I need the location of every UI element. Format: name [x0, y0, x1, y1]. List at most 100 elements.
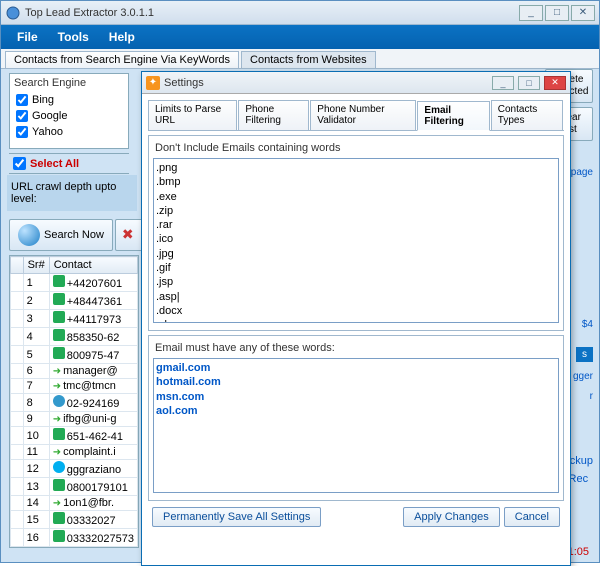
apply-changes-button[interactable]: Apply Changes: [403, 507, 500, 527]
action-toolbar: Search Now: [9, 219, 147, 251]
table-row[interactable]: 2+48447361: [11, 292, 138, 310]
side-s: s: [576, 347, 593, 362]
tab-limits[interactable]: Limits to Parse URL: [148, 100, 237, 130]
row-contact: 1on1@fbr.: [49, 496, 137, 511]
table-row[interactable]: 6manager@: [11, 364, 138, 379]
table-row[interactable]: 12gggraziano: [11, 460, 138, 478]
menu-file[interactable]: File: [7, 26, 48, 48]
label-select-all: Select All: [30, 158, 79, 170]
dialog-maximize-button[interactable]: □: [518, 76, 540, 90]
window-title: Top Lead Extractor 3.0.1.1: [25, 7, 517, 19]
label-google: Google: [32, 110, 67, 122]
include-group: Email must have any of these words:: [148, 335, 564, 501]
table-row[interactable]: 4858350-62: [11, 328, 138, 346]
phone-icon: [53, 347, 65, 359]
row-contact: complaint.i: [49, 445, 137, 460]
row-num: 14: [23, 496, 49, 511]
skype-icon: [53, 461, 65, 473]
dialog-close-button[interactable]: ✕: [544, 76, 566, 90]
label-yahoo: Yahoo: [32, 126, 63, 138]
row-num: 5: [23, 346, 49, 364]
table-row[interactable]: 5800975-47: [11, 346, 138, 364]
col-contact[interactable]: Contact: [49, 257, 137, 274]
row-contact: ifbg@uni-g: [49, 412, 137, 427]
tools-icon: [120, 224, 142, 246]
row-contact: 800975-47: [49, 346, 137, 364]
minimize-button[interactable]: _: [519, 5, 543, 21]
row-num: 16: [23, 529, 49, 547]
dialog-minimize-button[interactable]: _: [492, 76, 514, 90]
tab-phone-validator[interactable]: Phone Number Validator: [310, 100, 416, 130]
arrow-icon: [53, 413, 63, 425]
dialog-footer: Permanently Save All Settings Apply Chan…: [148, 501, 564, 531]
tab-keywords[interactable]: Contacts from Search Engine Via KeyWords: [5, 51, 239, 68]
settings-dialog: ✦ Settings _ □ ✕ Limits to Parse URL Pho…: [141, 71, 571, 566]
dialog-tabstrip: Limits to Parse URL Phone Filtering Phon…: [148, 100, 564, 131]
row-num: 2: [23, 292, 49, 310]
checkbox-google-row[interactable]: Google: [10, 108, 128, 124]
cancel-button[interactable]: Cancel: [504, 507, 560, 527]
row-num: 3: [23, 310, 49, 328]
col-sr[interactable]: Sr#: [23, 257, 49, 274]
row-contact: tmc@tmcn: [49, 379, 137, 394]
row-num: 11: [23, 445, 49, 460]
table-row[interactable]: 7tmc@tmcn: [11, 379, 138, 394]
side-r: r: [590, 391, 593, 402]
label-bing: Bing: [32, 94, 54, 106]
arrow-icon: [53, 365, 63, 377]
checkbox-yahoo[interactable]: [16, 126, 28, 138]
checkbox-bing-row[interactable]: Bing: [10, 92, 128, 108]
results-table[interactable]: Sr# Contact 1+442076012+484473613+441179…: [9, 255, 139, 548]
tab-contacts-types[interactable]: Contacts Types: [491, 100, 563, 130]
phone-icon: [53, 512, 65, 524]
table-row[interactable]: 3+44117973: [11, 310, 138, 328]
arrow-icon: [53, 497, 63, 509]
checkbox-bing[interactable]: [16, 94, 28, 106]
table-row[interactable]: 1603332027573: [11, 529, 138, 547]
exclude-label: Don't Include Emails containing words: [151, 138, 561, 156]
table-row[interactable]: 1+44207601: [11, 274, 138, 292]
search-now-button[interactable]: Search Now: [9, 219, 113, 251]
select-all-bar[interactable]: Select All: [9, 153, 129, 174]
table-row[interactable]: 1503332027: [11, 511, 138, 529]
row-contact: 02-924169: [49, 394, 137, 412]
menu-help[interactable]: Help: [99, 26, 145, 48]
row-num: 7: [23, 379, 49, 394]
table-row[interactable]: 130800179101: [11, 478, 138, 496]
checkbox-yahoo-row[interactable]: Yahoo: [10, 124, 128, 140]
table-row[interactable]: 802-924169: [11, 394, 138, 412]
row-num: 4: [23, 328, 49, 346]
table-row[interactable]: 11complaint.i: [11, 445, 138, 460]
table-row[interactable]: 10651-462-41: [11, 427, 138, 445]
checkbox-select-all[interactable]: [13, 157, 26, 170]
table-row[interactable]: 9ifbg@uni-g: [11, 412, 138, 427]
exclude-words-textarea[interactable]: [153, 158, 559, 323]
dialog-title: Settings: [164, 77, 490, 89]
row-contact: 03332027573: [49, 529, 137, 547]
row-contact: +44207601: [49, 274, 137, 292]
tab-phone-filtering[interactable]: Phone Filtering: [238, 100, 309, 130]
maximize-button[interactable]: □: [545, 5, 569, 21]
search-now-label: Search Now: [44, 229, 104, 241]
dialog-body: Limits to Parse URL Phone Filtering Phon…: [142, 94, 570, 537]
close-button[interactable]: ✕: [571, 5, 595, 21]
row-num: 13: [23, 478, 49, 496]
table-row[interactable]: 141on1@fbr.: [11, 496, 138, 511]
permanently-save-button[interactable]: Permanently Save All Settings: [152, 507, 321, 527]
menu-tools[interactable]: Tools: [48, 26, 99, 48]
include-words-textarea[interactable]: [153, 358, 559, 493]
row-num: 6: [23, 364, 49, 379]
panel-title: Search Engine: [10, 74, 128, 92]
phone-icon: [53, 479, 65, 491]
tab-email-filtering[interactable]: Email Filtering: [417, 101, 489, 131]
tab-websites[interactable]: Contacts from Websites: [241, 51, 376, 68]
include-label: Email must have any of these words:: [151, 338, 561, 356]
crawl-depth-label: URL crawl depth upto level:: [7, 175, 137, 211]
col-blank[interactable]: [11, 257, 24, 274]
row-contact: gggraziano: [49, 460, 137, 478]
dialog-icon: ✦: [146, 76, 160, 90]
app-icon: [5, 5, 21, 21]
checkbox-google[interactable]: [16, 110, 28, 122]
row-contact: +44117973: [49, 310, 137, 328]
phone-icon: [53, 275, 65, 287]
